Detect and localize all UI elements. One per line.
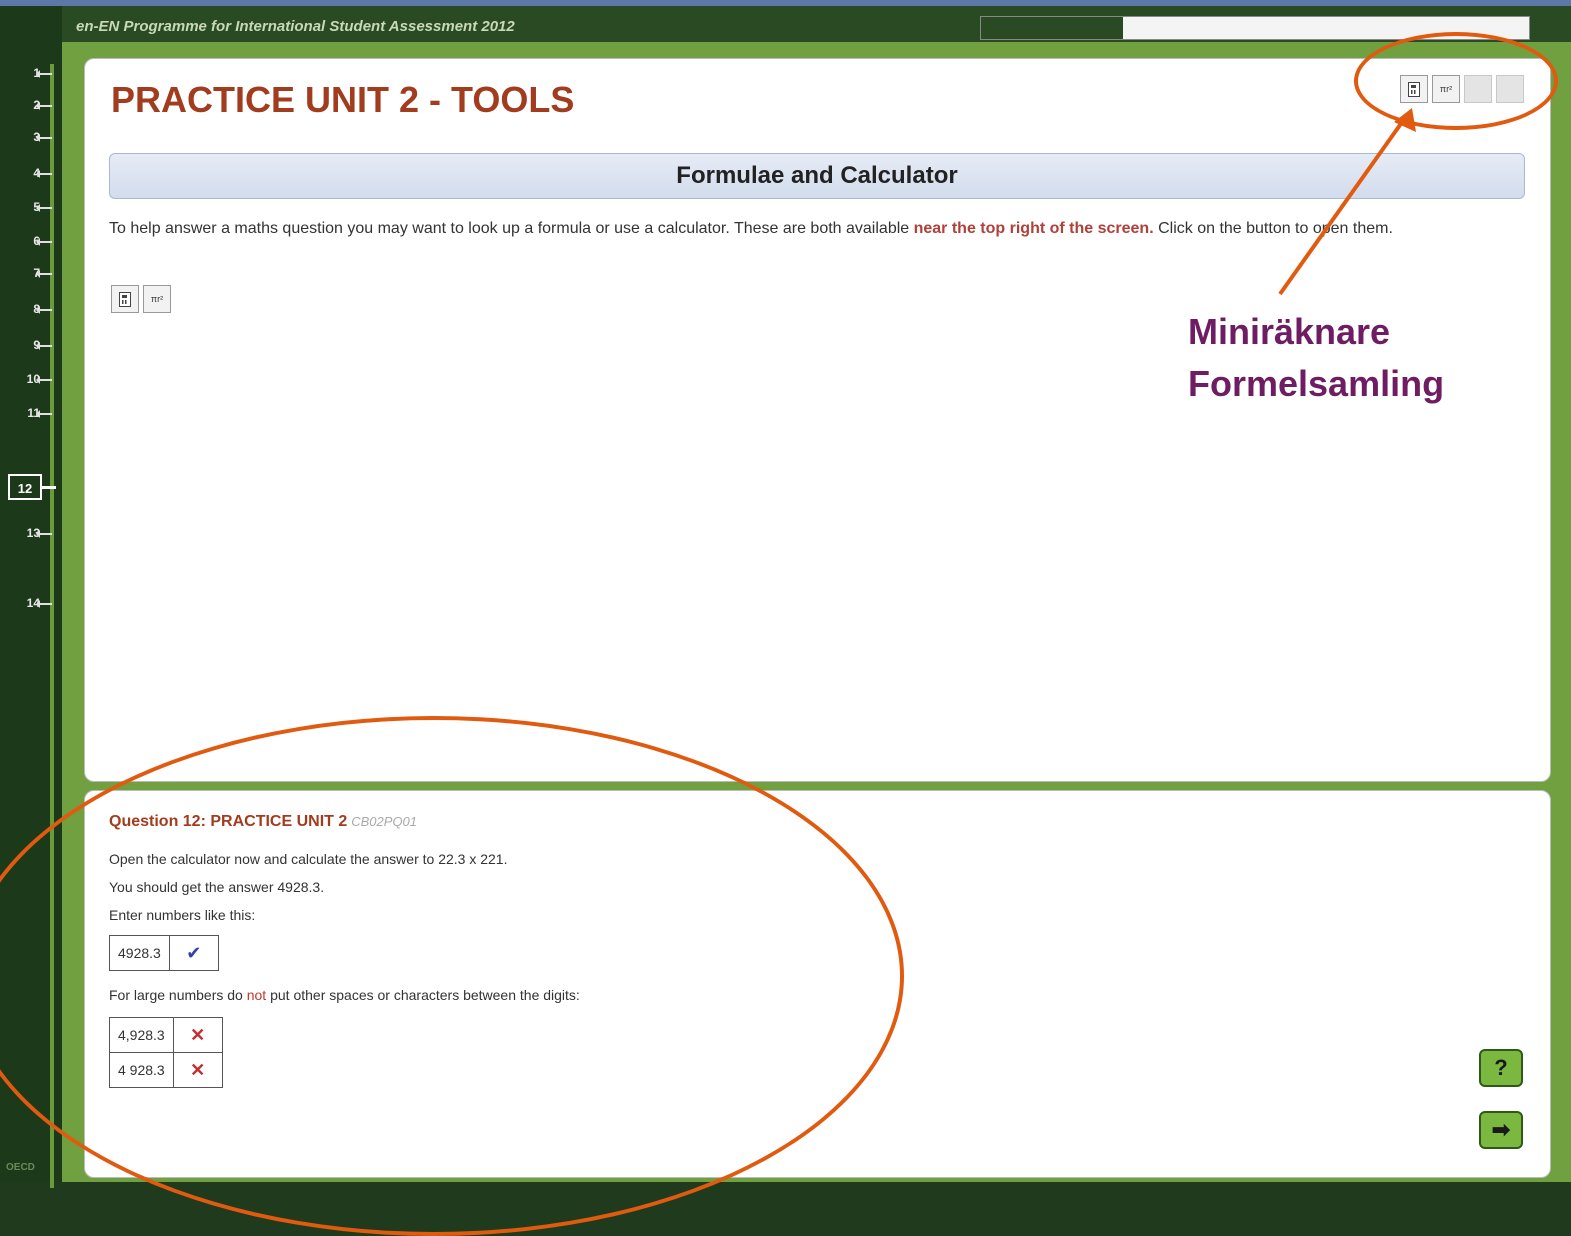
nav-tick — [36, 70, 52, 78]
nav-tick — [36, 376, 52, 384]
oecd-logo: OECD — [6, 1162, 35, 1173]
nav-tick — [36, 270, 52, 278]
intro-text-part: To help answer a maths question you may … — [109, 220, 914, 237]
help-button[interactable]: ? — [1479, 1049, 1523, 1087]
nav-item-current[interactable]: 12 — [8, 474, 42, 500]
progress-fill — [981, 17, 1124, 39]
nav-item-8[interactable]: 8 — [0, 300, 62, 320]
next-button[interactable]: ➡ — [1479, 1111, 1523, 1149]
nav-tick — [36, 102, 52, 110]
nav-item-6[interactable]: 6 — [0, 232, 62, 252]
intro-highlight: near the top right of the screen. — [913, 220, 1154, 237]
nav-tick — [36, 410, 52, 418]
nav-tick — [36, 238, 52, 246]
nav-item-14[interactable]: 14 — [0, 594, 62, 614]
nav-tick — [36, 134, 52, 142]
nav-tick — [36, 530, 52, 538]
question-highlight-ring — [0, 716, 904, 1236]
annotation-arrow-icon — [1278, 108, 1416, 296]
annotation-label: Miniräknare Formelsamling — [1188, 306, 1444, 410]
inline-calculator-button[interactable] — [111, 285, 139, 313]
nav-item-4[interactable]: 4 — [0, 164, 62, 184]
nav-tick — [36, 306, 52, 314]
header-bar: en-EN Programme for International Studen… — [62, 6, 1571, 42]
nav-tick — [36, 170, 52, 178]
nav-tick — [36, 342, 52, 350]
nav-item-11[interactable]: 11 — [0, 404, 62, 424]
arrow-right-icon: ➡ — [1491, 1117, 1511, 1142]
nav-item-7[interactable]: 7 — [0, 264, 62, 284]
nav-current-tick — [42, 486, 56, 489]
help-icon: ? — [1494, 1055, 1508, 1080]
nav-item-5[interactable]: 5 — [0, 198, 62, 218]
formula-icon: πr² — [150, 294, 164, 304]
calculator-icon — [119, 291, 131, 307]
annotation-line-formulae: Formelsamling — [1188, 363, 1445, 404]
nav-tick — [36, 600, 52, 608]
nav-item-1[interactable]: 1 — [0, 64, 62, 84]
nav-item-3[interactable]: 3 — [0, 128, 62, 148]
annotation-line-calculator: Miniräknare — [1188, 311, 1391, 352]
assessment-title: en-EN Programme for International Studen… — [76, 18, 515, 35]
nav-tick — [36, 204, 52, 212]
unit-title: PRACTICE UNIT 2 - TOOLS — [111, 79, 575, 120]
inline-tool-buttons: πr² — [111, 285, 171, 313]
nav-item-9[interactable]: 9 — [0, 336, 62, 356]
nav-item-13[interactable]: 13 — [0, 524, 62, 544]
nav-item-10[interactable]: 10 — [0, 370, 62, 390]
nav-item-2[interactable]: 2 — [0, 96, 62, 116]
arrow-shaft — [1278, 116, 1407, 296]
inline-formula-button[interactable]: πr² — [143, 285, 171, 313]
